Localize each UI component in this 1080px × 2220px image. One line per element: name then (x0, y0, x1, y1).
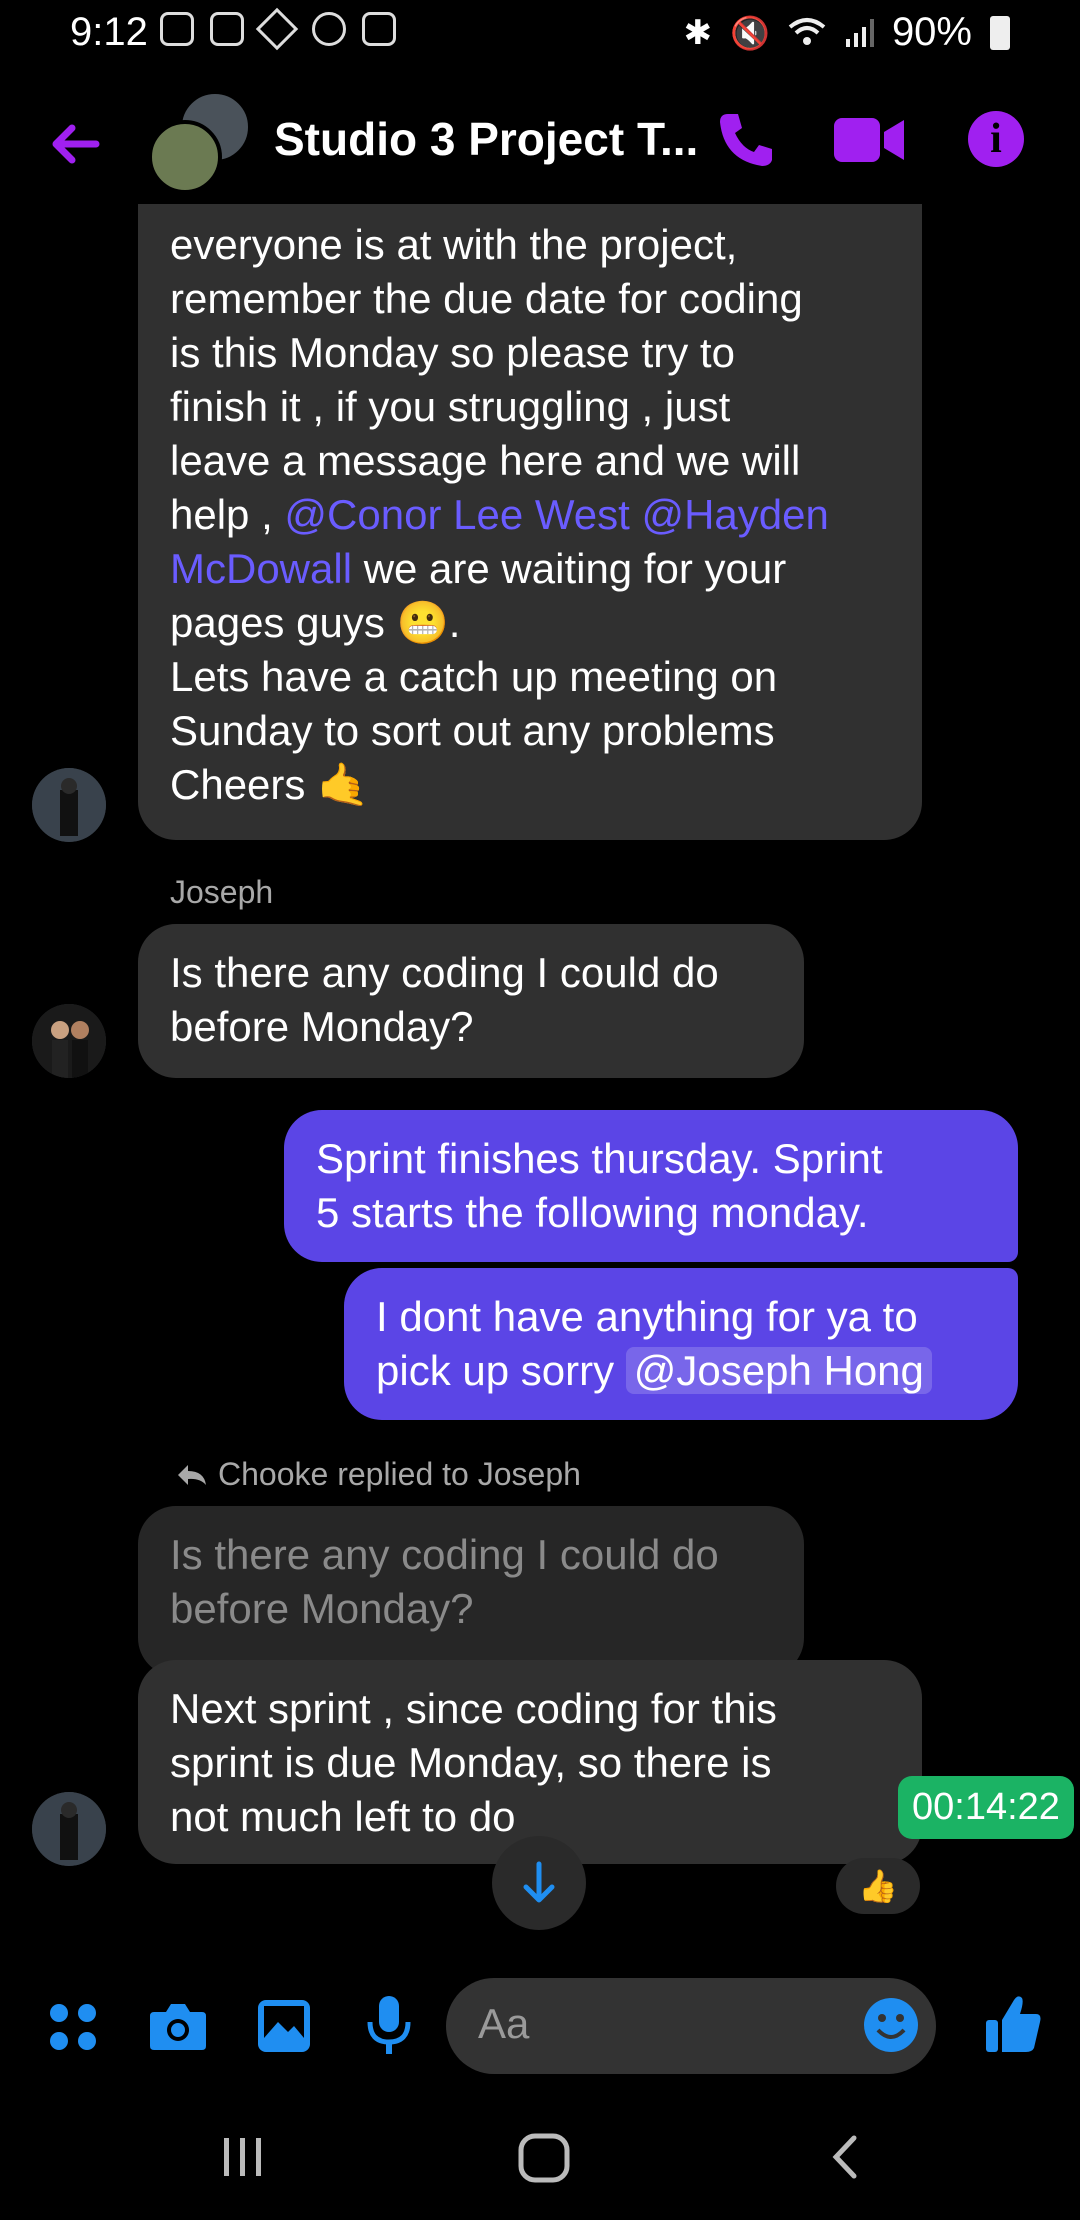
message-line: Next sprint , since coding for this (170, 1685, 777, 1732)
message-line: 5 starts the following monday. (316, 1189, 869, 1236)
quoted-message[interactable]: Is there any coding I could do before Mo… (138, 1506, 804, 1676)
message-line: sprint is due Monday, so there is (170, 1739, 772, 1786)
composer-bar: Aa (0, 1978, 1080, 2088)
message-bubble[interactable]: Is there any coding I could do before Mo… (138, 924, 804, 1078)
avatar (148, 120, 222, 194)
message-line: McDowall we are waiting for your (170, 542, 890, 596)
signal-icon (845, 18, 874, 47)
group-avatar[interactable] (148, 90, 268, 200)
mute-icon: 🔇 (730, 14, 770, 51)
avatar[interactable] (32, 768, 106, 842)
battery-icon (990, 15, 1010, 50)
mention-link[interactable]: @Conor Lee West @Hayden (284, 491, 828, 538)
scroll-to-bottom-button[interactable] (492, 1836, 586, 1930)
message-line: pages guys 😬. (170, 599, 461, 646)
phone-call-icon[interactable] (714, 108, 778, 172)
message-bubble-sent[interactable]: I dont have anything for ya to pick up s… (344, 1268, 1018, 1420)
arrow-down-icon (523, 1861, 555, 1903)
message-line: Is there any coding I could do (170, 949, 719, 996)
microphone-icon[interactable] (366, 1994, 412, 2058)
recent-apps-icon[interactable] (218, 2132, 268, 2182)
message-line: Lets have a catch up meeting on (170, 653, 778, 700)
video-call-icon[interactable] (834, 114, 904, 166)
message-line: I dont have anything for ya to (376, 1293, 918, 1340)
quoted-line: Is there any coding I could do (170, 1531, 719, 1578)
reply-icon (178, 1464, 206, 1485)
gallery-icon[interactable] (256, 1998, 312, 2054)
mention-link[interactable]: @Joseph Hong (625, 1347, 932, 1394)
avatar[interactable] (32, 1792, 106, 1866)
status-bar: 9:12 ✱ 🔇 90% (0, 0, 1080, 64)
message-line: Sprint finishes thursday. Sprint (316, 1135, 883, 1182)
notification-icon (160, 12, 194, 46)
app-notification-icon (255, 7, 299, 51)
message-line: pick up sorry @Joseph Hong (376, 1344, 986, 1398)
message-reaction[interactable]: 👍 (836, 1858, 920, 1914)
message-line: remember the due date for coding (170, 275, 803, 322)
message-bubble[interactable]: Next sprint , since coding for this spri… (138, 1660, 922, 1864)
quoted-line: before Monday? (170, 1585, 474, 1632)
thumbs-up-icon[interactable] (984, 1992, 1044, 2056)
chat-header: Studio 3 Project T... i (0, 84, 1080, 204)
notification-icon (362, 12, 396, 46)
reply-indicator: Chooke replied to Joseph (176, 1456, 581, 1493)
back-arrow-icon[interactable] (46, 114, 106, 174)
message-line: leave a message here and we will (170, 437, 801, 484)
wifi-icon (788, 17, 826, 45)
message-text: we are waiting for your (352, 545, 787, 592)
status-time: 9:12 (70, 10, 148, 54)
system-nav-bar (0, 2100, 1080, 2220)
message-line: is this Monday so please try to (170, 329, 735, 376)
message-text: pick up sorry (376, 1347, 626, 1394)
message-line: help , @Conor Lee West @Hayden (170, 488, 890, 542)
notification-icon (210, 12, 244, 46)
battery-percent: 90% (891, 10, 972, 54)
bluetooth-icon: ✱ (683, 13, 713, 52)
message-line: finish it , if you struggling , just (170, 383, 731, 430)
status-right: ✱ 🔇 90% (684, 10, 1010, 55)
message-bubble[interactable]: everyone is at with the project, remembe… (138, 204, 922, 840)
message-line: before Monday? (170, 1003, 474, 1050)
message-text: help , (170, 491, 285, 538)
back-nav-icon[interactable] (826, 2132, 866, 2182)
home-icon[interactable] (516, 2132, 572, 2184)
camera-icon[interactable] (148, 2000, 208, 2052)
message-line: Sunday to sort out any problems (170, 707, 775, 754)
emoji-icon[interactable] (862, 1996, 920, 2054)
avatar[interactable] (32, 1004, 106, 1078)
reply-label: Chooke replied to Joseph (218, 1456, 581, 1492)
message-input-placeholder: Aa (478, 2000, 530, 2047)
messenger-notification-icon (312, 12, 346, 46)
info-icon[interactable]: i (968, 111, 1024, 167)
mention-link[interactable]: McDowall (170, 545, 352, 592)
video-timestamp-overlay: 00:14:22 (898, 1776, 1074, 1839)
sender-name: Joseph (170, 874, 274, 910)
message-line: everyone is at with the project, (170, 221, 738, 268)
message-bubble-sent[interactable]: Sprint finishes thursday. Sprint 5 start… (284, 1110, 1018, 1262)
more-apps-icon[interactable] (46, 2000, 100, 2054)
message-line: Cheers 🤙 (170, 761, 370, 808)
message-input[interactable]: Aa (446, 1978, 936, 2074)
chat-title[interactable]: Studio 3 Project T... (274, 112, 698, 166)
